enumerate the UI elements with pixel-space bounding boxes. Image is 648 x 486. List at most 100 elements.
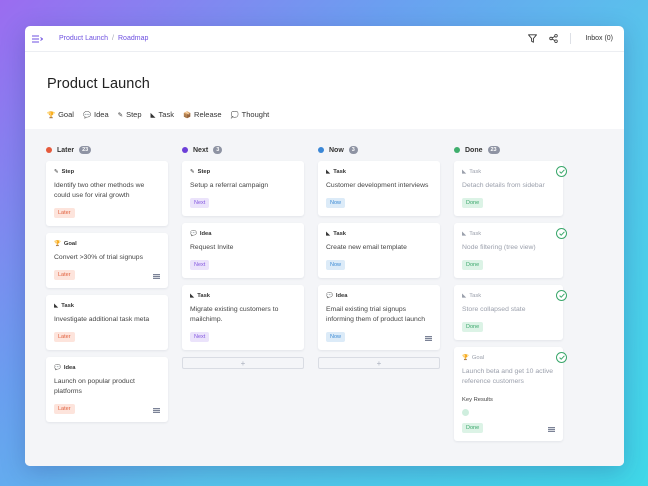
column-count: 23 [79,146,92,154]
card-type: ✎ Step [190,169,296,175]
card-type-label: Step [197,169,211,175]
check-icon[interactable] [556,290,567,301]
card-title: Request Invite [190,244,234,251]
status-badge: Later [54,208,75,218]
card-type-label: Idea [63,365,76,371]
card-type: ◣ Task [326,169,432,175]
column-title: Later [57,146,75,154]
roadmap-card[interactable]: 💬 Idea Launch on popular product platform… [46,357,168,422]
task-icon: ◣ [462,169,467,175]
card-type: 💬 Idea [326,293,432,299]
column-header: Later 23 [46,145,168,155]
filter-icon[interactable] [527,34,537,44]
trophy-icon: 🏆 [54,241,61,247]
add-card-button[interactable]: + [182,357,304,369]
key-result-indicator [462,409,469,416]
card-title: Node filtering (tree view) [462,244,536,251]
sub-items-icon [548,427,555,432]
status-dot [318,147,324,153]
legend-label: Release [194,110,222,119]
roadmap-card[interactable]: 🏆 Goal Launch beta and get 10 active refe… [454,347,567,441]
card-type: 💬 Idea [54,365,160,371]
breadcrumb-project[interactable]: Product Launch [59,35,108,42]
task-icon: ◣ [326,231,331,237]
menu-toggle-icon[interactable] [31,34,43,44]
add-card-button[interactable]: + [318,357,440,369]
status-badge: Later [54,332,75,342]
legend-step[interactable]: ✎ Step [118,110,142,119]
legend-thought[interactable]: 💭 Thought [231,110,270,119]
card-type-label: Task [469,293,482,299]
column-done: Done 23 ◣ Task Detach details from sideba… [454,145,567,466]
pencil-icon: ✎ [117,111,124,119]
column-count: 3 [213,146,223,154]
roadmap-card[interactable]: ✎ Step Setup a referral campaign Next [182,161,304,216]
pencil-icon: ✎ [54,169,59,175]
task-icon: ◣ [190,293,195,299]
status-badge: Done [462,260,484,270]
legend-label: Thought [241,110,270,119]
task-icon: ◣ [326,169,331,175]
legend-task[interactable]: ◣ Task [151,110,174,119]
card-type: ✎ Step [54,169,160,175]
column-title: Now [329,146,344,154]
legend-idea[interactable]: 💬 Idea [83,110,109,119]
trophy-icon: 🏆 [462,355,469,361]
column-count: 3 [348,146,358,154]
release-icon: 📦 [182,111,192,119]
status-dot [182,147,188,153]
sub-items-icon [425,336,432,341]
status-badge: Now [326,260,346,270]
card-title: Customer development interviews [326,182,429,189]
card-type-label: Idea [199,231,212,237]
key-results-label: Key Results [462,397,493,403]
card-title: Email existing trial signups informing t… [326,306,425,323]
card-title: Store collapsed state [462,306,526,313]
status-badge: Next [190,332,210,342]
legend-label: Goal [58,110,74,119]
card-title: Investigate additional task meta [54,316,150,323]
speech-bubble-icon: 💬 [54,365,61,371]
roadmap-card[interactable]: ◣ Task Node filtering (tree view) Done [454,223,567,278]
roadmap-card[interactable]: ◣ Task Investigate additional task meta L… [46,295,168,350]
check-icon[interactable] [556,166,567,177]
pencil-icon: ✎ [190,169,195,175]
legend-goal[interactable]: 🏆 Goal [47,110,74,119]
card-type: ◣ Task [462,293,555,299]
status-badge: Now [326,198,346,208]
legend-label: Task [158,110,174,119]
legend-release[interactable]: 📦 Release [183,110,222,119]
inbox-button[interactable]: Inbox (0) [585,35,613,42]
card-type: 🏆 Goal [54,241,160,247]
column-header: Done 23 [454,145,563,155]
card-title: Detach details from sidebar [462,182,545,189]
roadmap-card[interactable]: 🏆 Goal Convert >30% of trial signups Late… [46,233,168,288]
roadmap-card[interactable]: ◣ Task Customer development interviews No… [318,161,440,216]
roadmap-card[interactable]: 💬 Idea Email existing trial signups infor… [318,285,440,350]
column-title: Done [465,146,483,154]
card-title: Migrate existing customers to mailchimp. [190,306,279,323]
roadmap-card[interactable]: 💬 Idea Request Invite Next [182,223,304,278]
share-icon[interactable] [548,34,558,44]
roadmap-card[interactable]: ◣ Task Create new email template Now [318,223,440,278]
column-header: Next 3 [182,145,304,155]
card-type: 💬 Idea [190,231,296,237]
sub-items-icon [153,274,160,279]
roadmap-card[interactable]: ✎ Step Identify two other methods we coul… [46,161,168,226]
check-icon[interactable] [556,352,567,363]
app-window: Product Launch / Roadmap Inbox (0) Produ… [25,26,624,466]
status-dot [454,147,460,153]
roadmap-card[interactable]: ◣ Task Detach details from sidebar Done [454,161,567,216]
card-title: Launch on popular product platforms [54,378,135,395]
check-icon[interactable] [556,228,567,239]
sub-items-icon [153,408,160,413]
item-type-legend: 🏆 Goal 💬 Idea ✎ Step ◣ Task 📦 Release 💭 Though… [47,110,624,119]
status-badge: Later [54,270,75,280]
card-type-label: Task [469,169,482,175]
top-bar: Product Launch / Roadmap Inbox (0) [25,26,624,52]
roadmap-card[interactable]: ◣ Task Migrate existing customers to mail… [182,285,304,350]
card-type-label: Task [61,303,75,309]
roadmap-card[interactable]: ◣ Task Store collapsed state Done [454,285,567,340]
breadcrumb-view[interactable]: Roadmap [118,35,148,42]
breadcrumb-separator: / [112,35,114,42]
